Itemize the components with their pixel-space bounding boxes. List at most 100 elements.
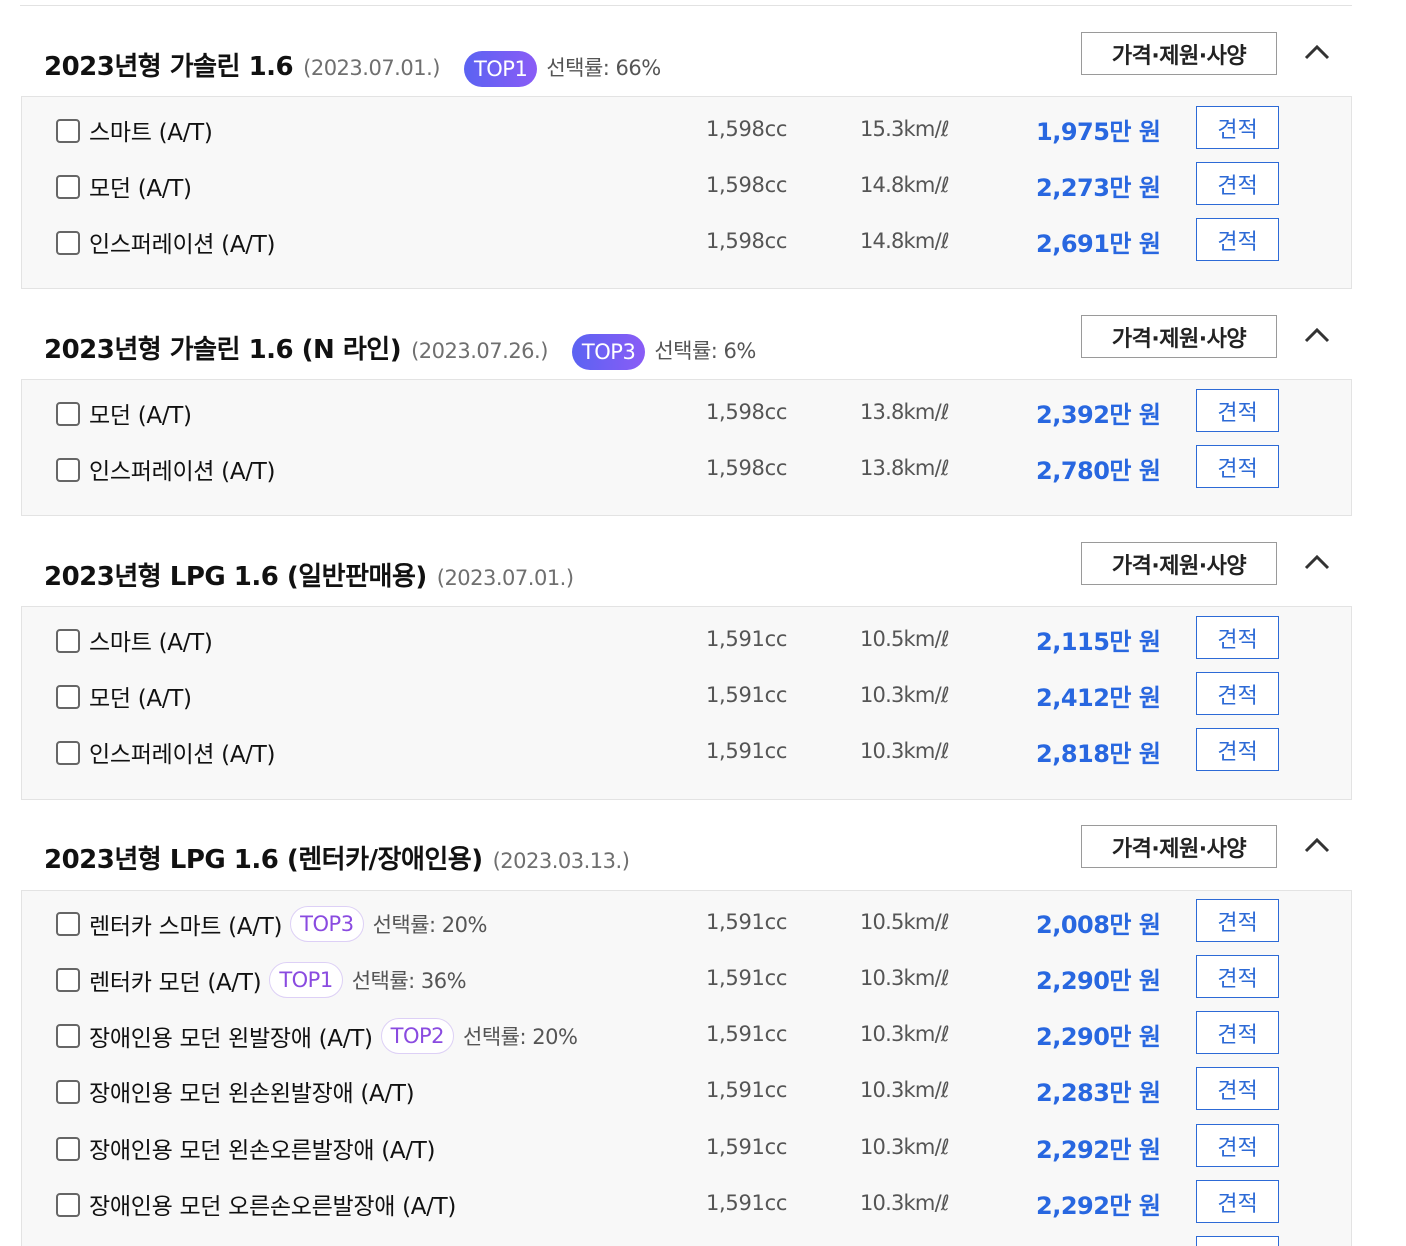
selection-rate: 선택률: 20%	[372, 913, 488, 937]
trim-checkbox[interactable]	[56, 968, 80, 992]
top-divider	[20, 0, 1352, 6]
selection-rate: 선택률: 20%	[463, 1025, 578, 1049]
top-rank-badge: TOP3	[571, 334, 646, 370]
group-title: 2023년형 가솔린 1.6 (N 라인) (2023.07.26.) TOP3…	[44, 329, 756, 370]
engine-displacement: 1,591cc	[706, 1022, 788, 1046]
price-spec-button[interactable]: 가격·제원·사양	[1081, 315, 1277, 358]
quote-button[interactable]: 견적	[1196, 1067, 1279, 1110]
quote-button[interactable]: 견적	[1196, 1124, 1279, 1167]
chevron-up-icon[interactable]	[1300, 35, 1334, 69]
group-date: (2023.07.01.)	[303, 56, 440, 80]
fuel-efficiency: 15.3km/ℓ	[860, 117, 950, 141]
engine-displacement: 1,591cc	[706, 966, 788, 990]
trim-price: 2,115만 원	[1036, 628, 1161, 656]
group-date: (2023.07.01.)	[436, 566, 574, 590]
trim-name-text: 모던 (A/T)	[89, 686, 192, 712]
trim-row: 모던 (A/T) 1,598cc 14.8km/ℓ 2,273만 원 견적	[22, 162, 1353, 231]
trim-row: 인스퍼레이션 (A/T) 1,598cc 13.8km/ℓ 2,780만 원 견…	[22, 445, 1353, 514]
trim-price: 2,283만 원	[1036, 1079, 1161, 1107]
trim-group-header: 2023년형 가솔린 1.6 (N 라인) (2023.07.26.) TOP3…	[0, 315, 1406, 385]
top-rank-badge: TOP3	[290, 906, 364, 942]
quote-button[interactable]: 견적	[1196, 106, 1279, 149]
trim-name-text: 인스퍼레이션 (A/T)	[89, 459, 276, 485]
engine-displacement: 1,591cc	[706, 683, 788, 707]
group-date: (2023.03.13.)	[492, 849, 630, 873]
trim-name-text: 장애인용 모던 왼손오른발장애 (A/T)	[89, 1138, 436, 1164]
fuel-efficiency: 10.5km/ℓ	[860, 627, 950, 651]
trim-row: 인스퍼레이션 (A/T) 1,598cc 14.8km/ℓ 2,691만 원 견…	[22, 218, 1353, 287]
quote-button[interactable]: 견적	[1196, 616, 1279, 659]
group-name: 2023년형 가솔린 1.6	[44, 52, 294, 82]
trim-name-text: 장애인용 모던 왼발장애 (A/T)	[89, 1026, 373, 1052]
quote-button[interactable]: 견적	[1196, 1011, 1279, 1054]
price-spec-button[interactable]: 가격·제원·사양	[1081, 542, 1277, 585]
price-spec-button[interactable]: 가격·제원·사양	[1081, 32, 1277, 75]
trim-price: 2,412만 원	[1036, 684, 1161, 712]
quote-button[interactable]: 견적	[1196, 1180, 1279, 1223]
trim-name-text: 인스퍼레이션 (A/T)	[89, 742, 276, 768]
trim-checkbox[interactable]	[56, 1080, 80, 1104]
trim-group-header: 2023년형 LPG 1.6 (일반판매용) (2023.07.01.) 가격·…	[0, 542, 1406, 612]
trim-name-text: 모던 (A/T)	[89, 403, 192, 429]
engine-displacement: 1,591cc	[706, 1191, 788, 1215]
trim-checkbox[interactable]	[56, 1193, 80, 1217]
trim-name-text: 모던 (A/T)	[89, 176, 192, 202]
group-date: (2023.07.26.)	[411, 339, 548, 363]
chevron-up-icon[interactable]	[1300, 545, 1334, 579]
trim-price: 2,290만 원	[1036, 967, 1161, 995]
fuel-efficiency: 10.3km/ℓ	[860, 1078, 950, 1102]
trim-name: 장애인용 모던 왼손오른발장애 (A/T)	[89, 1131, 436, 1165]
fuel-efficiency: 14.8km/ℓ	[860, 229, 950, 253]
quote-button[interactable]: 견적	[1196, 955, 1279, 998]
trim-name: 장애인용 모던 왼발장애 (A/T) TOP2 선택률: 20%	[89, 1018, 578, 1054]
fuel-efficiency: 10.3km/ℓ	[860, 1135, 950, 1159]
chevron-up-icon[interactable]	[1300, 828, 1334, 862]
trim-name-text: 장애인용 모던 왼손왼발장애 (A/T)	[89, 1081, 415, 1107]
engine-displacement: 1,598cc	[706, 173, 788, 197]
engine-displacement: 1,591cc	[706, 1135, 788, 1159]
trim-row: 장애인용 모던 오른손오른발장애 (A/T) 1,591cc 10.3km/ℓ …	[22, 1180, 1353, 1246]
group-title: 2023년형 LPG 1.6 (일반판매용) (2023.07.01.)	[44, 556, 574, 593]
quote-button[interactable]: 견적	[1196, 728, 1279, 771]
trim-price: 2,292만 원	[1036, 1136, 1161, 1164]
quote-button[interactable]: 견적	[1196, 218, 1279, 261]
trim-name: 렌터카 모던 (A/T) TOP1 선택률: 36%	[89, 962, 467, 998]
trim-name: 렌터카 스마트 (A/T) TOP3 선택률: 20%	[89, 906, 487, 942]
group-title: 2023년형 LPG 1.6 (렌터카/장애인용) (2023.03.13.)	[44, 839, 630, 876]
price-spec-button[interactable]: 가격·제원·사양	[1081, 825, 1277, 868]
trim-checkbox[interactable]	[56, 629, 80, 653]
top-rank-badge: TOP1	[463, 51, 538, 87]
engine-displacement: 1,591cc	[706, 627, 788, 651]
trim-checkbox[interactable]	[56, 119, 80, 143]
engine-displacement: 1,598cc	[706, 229, 788, 253]
trim-name: 인스퍼레이션 (A/T)	[89, 225, 275, 259]
trim-price: 2,290만 원	[1036, 1023, 1161, 1051]
trim-checkbox[interactable]	[56, 912, 80, 936]
selection-rate: 선택률: 6%	[654, 339, 756, 363]
fuel-efficiency: 10.3km/ℓ	[860, 966, 950, 990]
trim-checkbox[interactable]	[56, 685, 80, 709]
trim-checkbox[interactable]	[56, 741, 80, 765]
chevron-up-icon[interactable]	[1300, 318, 1334, 352]
trim-checkbox[interactable]	[56, 231, 80, 255]
trim-name-text: 렌터카 모던 (A/T)	[89, 970, 262, 996]
trim-name-text: 스마트 (A/T)	[89, 120, 213, 146]
engine-displacement: 1,598cc	[706, 400, 788, 424]
quote-button[interactable]: 견적	[1196, 389, 1279, 432]
fuel-efficiency: 10.3km/ℓ	[860, 683, 950, 707]
trim-checkbox[interactable]	[56, 458, 80, 482]
quote-button[interactable]: 견적	[1196, 672, 1279, 715]
trim-checkbox[interactable]	[56, 1024, 80, 1048]
quote-button[interactable]: 견적	[1196, 445, 1279, 488]
engine-displacement: 1,598cc	[706, 456, 788, 480]
group-name: 2023년형 LPG 1.6 (렌터카/장애인용)	[44, 845, 483, 875]
trim-name: 모던 (A/T)	[89, 169, 192, 203]
trim-checkbox[interactable]	[56, 175, 80, 199]
trim-checkbox[interactable]	[56, 1137, 80, 1161]
group-title: 2023년형 가솔린 1.6 (2023.07.01.) TOP1 선택률: 6…	[44, 46, 661, 87]
trim-checkbox[interactable]	[56, 402, 80, 426]
quote-button[interactable]: 견적	[1196, 899, 1279, 942]
quote-button[interactable]	[1196, 1236, 1279, 1246]
engine-displacement: 1,591cc	[706, 1078, 788, 1102]
quote-button[interactable]: 견적	[1196, 162, 1279, 205]
